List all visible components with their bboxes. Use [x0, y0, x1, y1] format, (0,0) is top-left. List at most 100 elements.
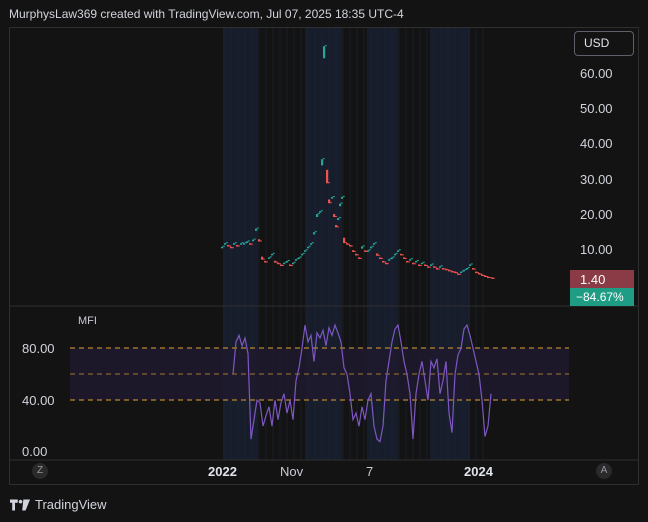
candle — [304, 250, 307, 252]
candle — [301, 253, 304, 256]
candle-tick — [222, 245, 225, 247]
candle-tick — [340, 202, 343, 204]
candle — [370, 246, 373, 249]
candle-tick — [437, 268, 440, 270]
auto-scale-button[interactable]: A — [596, 463, 612, 479]
tradingview-logo[interactable]: TradingView — [10, 497, 107, 512]
candle-tick — [259, 240, 262, 242]
candle-tick — [256, 227, 259, 229]
candle — [463, 269, 466, 272]
price-tick: 40.00 — [580, 136, 613, 151]
mfi-axis[interactable]: 80.00 40.00 0.00 — [22, 341, 55, 459]
candle-tick — [440, 265, 443, 267]
candle-tick — [407, 261, 410, 263]
candle — [409, 259, 412, 261]
time-axis[interactable]: 2022 Nov 7 2024 — [208, 464, 494, 479]
candle — [252, 239, 255, 242]
candle — [316, 214, 319, 218]
candle-tick — [250, 243, 253, 245]
candle-tick — [314, 231, 317, 233]
candle-tick — [338, 217, 341, 219]
candle-tick — [320, 210, 323, 212]
candle-tick — [492, 277, 495, 279]
candle-tick — [455, 272, 458, 274]
candle — [337, 218, 340, 221]
candle-tick — [293, 261, 296, 263]
candle-tick — [479, 273, 482, 275]
candle — [286, 260, 289, 263]
candle-tick — [234, 242, 237, 244]
candle-tick — [344, 242, 347, 244]
candle-tick — [241, 242, 244, 244]
mfi-tick: 40.00 — [22, 393, 55, 408]
currency-button[interactable]: USD — [574, 31, 634, 56]
candle — [339, 203, 342, 207]
price-tick: 20.00 — [580, 207, 613, 222]
candle-tick — [322, 158, 325, 160]
last-price-label: 1.40 — [570, 270, 634, 289]
candle — [323, 46, 326, 59]
candle — [307, 246, 310, 249]
candle — [292, 262, 295, 265]
candle-tick — [398, 249, 401, 251]
candle — [466, 268, 469, 270]
candle-tick — [290, 265, 293, 267]
candle-tick — [247, 240, 250, 242]
candle-tick — [488, 277, 491, 279]
price-tick: 30.00 — [580, 172, 613, 187]
candle-tick — [380, 257, 383, 259]
candle — [397, 250, 400, 252]
candle-tick — [253, 238, 256, 240]
tradingview-logo-icon — [10, 498, 30, 511]
candle-tick — [350, 245, 353, 247]
candle-tick — [272, 252, 275, 254]
candle — [388, 259, 391, 261]
candle-tick — [434, 266, 437, 268]
time-label-7: 7 — [366, 464, 373, 479]
candle — [373, 243, 376, 245]
candle — [367, 250, 370, 252]
candle — [460, 271, 463, 274]
candle-tick — [425, 265, 428, 266]
candle — [255, 228, 258, 231]
candle — [361, 246, 364, 249]
candle-tick — [428, 266, 431, 268]
indicator-title[interactable]: MFI — [78, 315, 97, 327]
candle-tick — [404, 257, 407, 259]
candle-tick — [281, 265, 284, 266]
candle — [298, 257, 301, 259]
candle-tick — [431, 263, 434, 265]
candle-tick — [278, 263, 281, 265]
candle-tick — [332, 196, 335, 198]
price-change-label: −84.67% — [570, 288, 634, 306]
price-tick: 10.00 — [580, 242, 613, 257]
candle-tick — [401, 254, 404, 256]
candle — [469, 264, 472, 267]
candle-tick — [368, 249, 371, 251]
candle-tick — [413, 263, 416, 265]
candle — [310, 243, 313, 245]
candle — [415, 260, 418, 263]
candle-tick — [395, 252, 398, 254]
candle-tick — [231, 247, 234, 249]
price-axis[interactable]: 60.00 50.00 40.00 30.00 20.00 10.00 — [580, 66, 613, 257]
candle-tick — [327, 182, 330, 184]
candle — [295, 259, 298, 261]
candle-tick — [470, 263, 473, 265]
candle — [268, 257, 271, 259]
candle-tick — [324, 45, 327, 47]
time-label-nov: Nov — [280, 464, 304, 479]
candle — [313, 232, 316, 235]
candle — [430, 264, 433, 266]
log-scale-button[interactable]: Z — [32, 463, 48, 479]
candle-tick — [262, 258, 265, 260]
candle-tick — [383, 261, 386, 263]
chart-canvas[interactable]: 60.00 50.00 40.00 30.00 20.00 10.00 80.0… — [0, 0, 648, 522]
candle-tick — [228, 245, 231, 247]
candle-tick — [467, 267, 470, 269]
candle-tick — [353, 250, 356, 252]
candle — [421, 262, 424, 265]
candle-tick — [458, 273, 461, 275]
price-tick: 50.00 — [580, 101, 613, 116]
candle — [240, 243, 243, 245]
